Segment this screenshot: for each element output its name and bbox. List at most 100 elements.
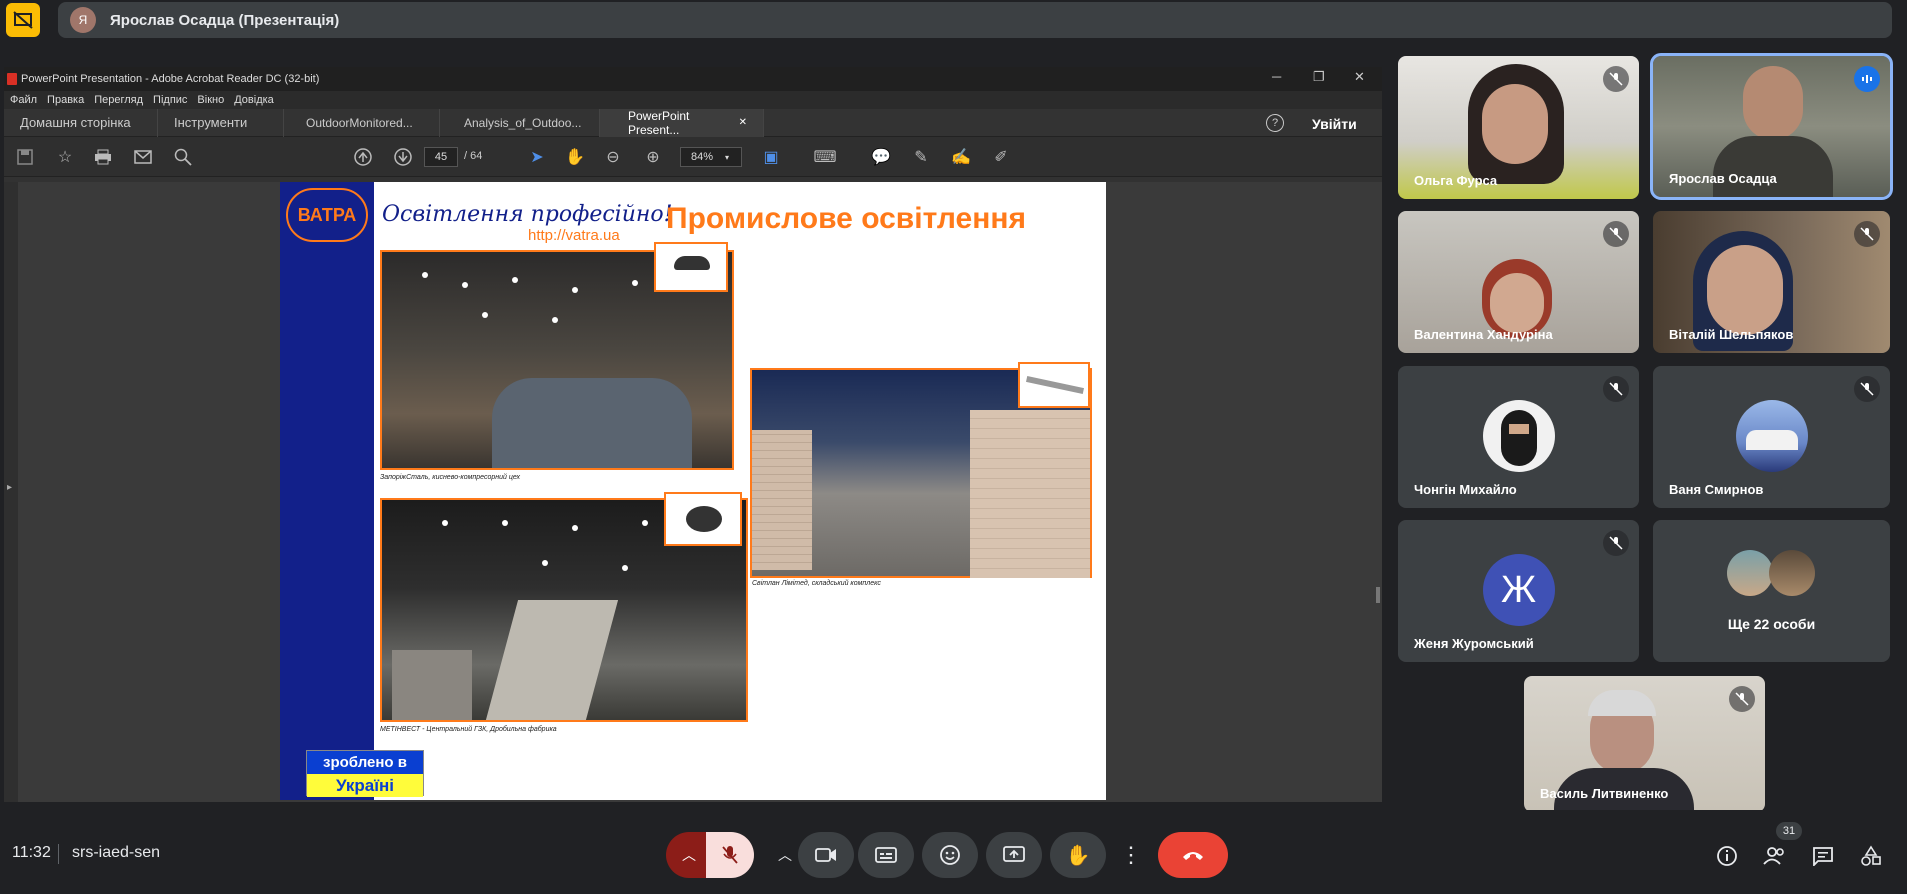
help-icon[interactable]: ?	[1266, 114, 1284, 132]
more-participants-tile[interactable]: Ще 22 особи	[1653, 520, 1890, 662]
captions-button[interactable]	[858, 832, 914, 878]
people-count-badge: 31	[1776, 822, 1802, 840]
slide-title: Промислове освітлення	[666, 202, 1026, 235]
expand-panel-icon[interactable]: ▸	[7, 482, 12, 493]
chevron-up-icon: ︿	[682, 847, 696, 863]
menu-sign[interactable]: Підпис	[153, 94, 187, 106]
present-screen-button[interactable]	[986, 832, 1042, 878]
more-vert-icon: ⋮	[1120, 842, 1142, 867]
acrobat-menubar: Файл Правка Перегляд Підпис Вікно Довідк…	[4, 91, 1382, 109]
tab-doc-analysis[interactable]: Analysis_of_Outdoo...	[440, 108, 600, 137]
participant-tile-valentyna[interactable]: Валентина Хандуріна	[1398, 211, 1639, 353]
participant-name: Василь Литвиненко	[1540, 786, 1669, 801]
muted-mic-icon	[1603, 66, 1629, 92]
search-icon[interactable]	[172, 147, 194, 167]
microphone-toggle-button[interactable]	[706, 832, 754, 878]
muted-mic-icon	[1729, 686, 1755, 712]
next-page-icon[interactable]	[392, 147, 414, 167]
draw-sign-icon[interactable]: ✍	[950, 147, 972, 167]
page-number-input[interactable]: 45	[424, 147, 458, 167]
menu-file[interactable]: Файл	[10, 94, 37, 106]
presenter-banner[interactable]: Я Ярослав Осадца (Презентація)	[58, 2, 1892, 38]
tab-tools[interactable]: Інструменти	[158, 108, 284, 137]
participant-avatar	[1735, 400, 1808, 472]
participant-tile-olga[interactable]: Ольга Фурса	[1398, 56, 1639, 199]
meeting-code: srs-iaed-sen	[72, 844, 161, 861]
left-panel-toggle[interactable]: ▸	[4, 182, 18, 802]
made-in-ukraine-badge: зроблено в Україні	[306, 750, 424, 797]
menu-help[interactable]: Довідка	[234, 94, 274, 106]
people-button[interactable]	[1762, 844, 1788, 868]
minimize-icon[interactable]: ─	[1272, 69, 1281, 84]
zoom-out-icon[interactable]: ⊖	[602, 147, 624, 167]
activities-button[interactable]	[1858, 844, 1884, 868]
tab-doc-powerpoint-label: PowerPoint Present...	[628, 108, 690, 137]
signin-button[interactable]: Увійти	[1312, 116, 1357, 132]
save-icon[interactable]	[14, 147, 36, 167]
participant-name: Віталій Шельпяков	[1669, 327, 1794, 342]
participant-tile-chongin[interactable]: Чонгін Михайло	[1398, 366, 1639, 508]
chat-button[interactable]	[1810, 844, 1836, 868]
participant-tile-zhenya[interactable]: Ж Женя Журомський	[1398, 520, 1639, 662]
comment-icon[interactable]: 💬	[870, 147, 892, 167]
zoom-select[interactable]: 84% ▾	[680, 147, 742, 167]
slide-tagline: Освітлення професійно!	[382, 202, 673, 227]
fit-page-icon[interactable]: ▣	[760, 147, 782, 167]
participant-tile-yaroslav[interactable]: Ярослав Осадца	[1650, 53, 1893, 200]
participant-name: Чонгін Михайло	[1414, 482, 1517, 497]
leave-call-button[interactable]	[1158, 832, 1228, 878]
participant-avatar: Ж	[1482, 554, 1555, 626]
tab-doc-outdoor[interactable]: OutdoorMonitored...	[284, 108, 440, 137]
zoom-in-icon[interactable]: ⊕	[642, 147, 664, 167]
speaking-indicator-icon	[1854, 66, 1880, 92]
menu-edit[interactable]: Правка	[47, 94, 84, 106]
select-cursor-icon[interactable]: ➤	[526, 147, 548, 167]
print-icon[interactable]	[92, 147, 114, 167]
self-view-tile[interactable]: Василь Литвиненко	[1524, 676, 1765, 812]
tab-doc-powerpoint[interactable]: PowerPoint Present... ✕	[600, 108, 764, 137]
menu-view[interactable]: Перегляд	[94, 94, 143, 106]
participant-name: Ольга Фурса	[1414, 173, 1498, 188]
mic-off-icon	[722, 846, 738, 864]
muted-mic-icon	[1854, 221, 1880, 247]
scroll-mode-icon[interactable]: ⌨	[813, 147, 836, 167]
reactions-button[interactable]	[922, 832, 978, 878]
close-window-icon[interactable]: ✕	[1354, 69, 1365, 85]
participant-name: Ярослав Осадца	[1669, 171, 1777, 186]
participant-tile-vitaliy[interactable]: Віталій Шельпяков	[1653, 211, 1890, 353]
acrobat-toolbar: ☆ 45 / 64 ➤ ✋ ⊖ ⊕ 84% ▾ ▣ ⌨ 💬 ✎ ✍ ✐	[4, 137, 1382, 177]
highlight-pen-icon[interactable]: ✎	[910, 147, 932, 167]
pdf-icon	[7, 73, 17, 85]
more-options-button[interactable]: ⋮	[1114, 832, 1148, 878]
scrollbar-thumb[interactable]	[1376, 587, 1380, 603]
linear-lamp-image	[1018, 362, 1090, 408]
hand-icon[interactable]: ✋	[564, 147, 586, 167]
camera-toggle-button[interactable]	[798, 832, 854, 878]
restore-icon[interactable]: ❐	[1313, 69, 1325, 85]
meeting-details-button[interactable]	[1714, 844, 1740, 868]
video-options-button[interactable]: ︿	[770, 832, 800, 878]
meet-control-bar: 11:32 srs-iaed-sen ︿ ︿ ✋ ⋮	[0, 810, 1907, 894]
document-viewport[interactable]: ▸ ВАТРА Освітлення професійно! http://va…	[4, 182, 1382, 802]
muted-mic-icon	[1603, 376, 1629, 402]
presenter-label: Ярослав Осадца (Презентація)	[110, 11, 340, 29]
raise-hand-button[interactable]: ✋	[1050, 832, 1106, 878]
close-tab-icon[interactable]: ✕	[739, 117, 747, 128]
prev-page-icon[interactable]	[352, 147, 374, 167]
mail-icon[interactable]	[132, 147, 154, 167]
highbay-lamp-image-2	[664, 492, 742, 546]
participant-thumb-1	[1727, 550, 1773, 596]
emoji-icon	[940, 845, 960, 865]
clock: 11:32	[12, 844, 51, 861]
menu-window[interactable]: Вікно	[197, 94, 224, 106]
tab-home[interactable]: Домашня сторінка	[4, 108, 158, 137]
presenter-avatar: Я	[70, 7, 96, 33]
vatra-logo: ВАТРА	[286, 188, 368, 242]
participant-thumb-2	[1769, 550, 1815, 596]
acrobat-tabs: Домашня сторінка Інструменти OutdoorMoni…	[4, 108, 1382, 137]
participant-tile-vanya[interactable]: Ваня Смирнов	[1653, 366, 1890, 508]
stop-presenting-icon[interactable]	[6, 3, 40, 37]
star-icon[interactable]: ☆	[54, 147, 76, 167]
fill-sign-icon[interactable]: ✐	[990, 147, 1012, 167]
shapes-icon	[1861, 845, 1881, 866]
